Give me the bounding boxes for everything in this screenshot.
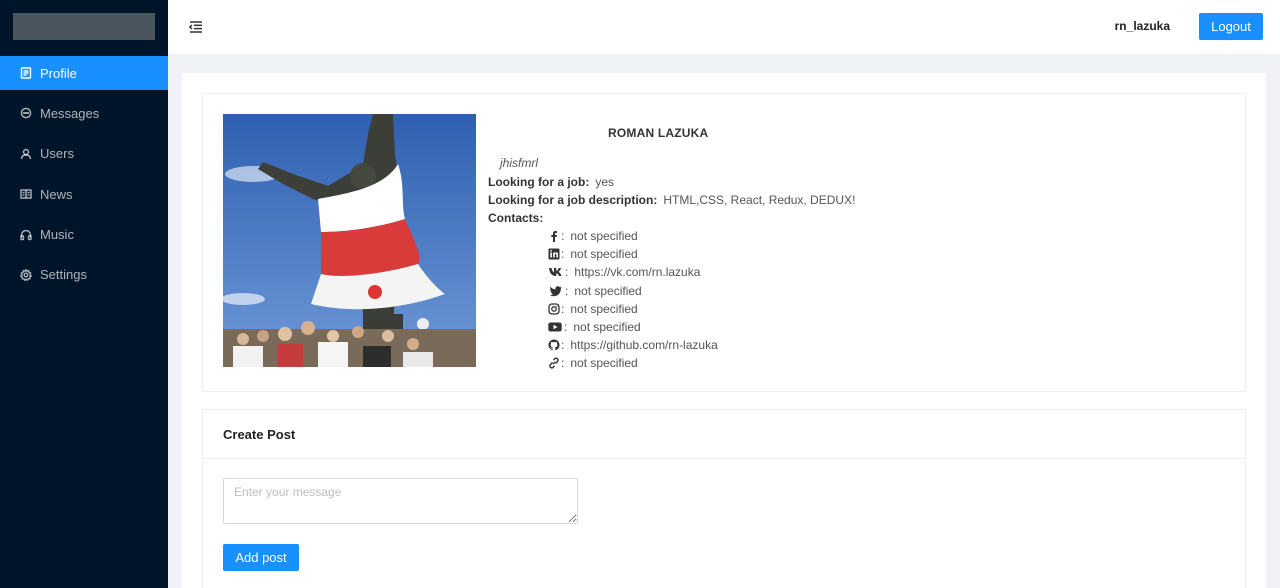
contact-value: not specified: [574, 283, 642, 298]
sidebar-item-settings[interactable]: Settings: [0, 258, 168, 292]
sidebar-item-label: News: [40, 186, 73, 202]
sidebar-menu: Profile Messages Users News Music Settin…: [0, 56, 168, 298]
user-icon: [20, 148, 32, 160]
contact-linkedin: : not specified: [547, 245, 718, 263]
headphones-icon: [20, 229, 32, 241]
gear-icon: [20, 268, 32, 281]
contact-twitter: : not specified: [547, 282, 718, 300]
sidebar-item-profile[interactable]: Profile: [0, 56, 168, 90]
instagram-icon: [547, 302, 560, 315]
sidebar-item-label: Messages: [40, 105, 100, 121]
sidebar-item-label: Music: [40, 227, 74, 243]
contact-vk: : https://vk.com/rn.lazuka: [547, 263, 718, 281]
contact-instagram: : not specified: [547, 300, 718, 318]
contacts-row: Contacts:: [488, 211, 549, 225]
create-post-title: Create Post: [203, 410, 1245, 459]
header-username: rn_lazuka: [1114, 19, 1170, 33]
twitter-icon: [547, 284, 564, 297]
post-message-input[interactable]: [223, 478, 578, 524]
profile-icon: [20, 67, 32, 79]
news-icon: [20, 188, 32, 200]
job-row: Looking for a job: yes: [488, 175, 614, 189]
profile-full-name: ROMAN LAZUKA: [608, 126, 709, 140]
sidebar-item-users[interactable]: Users: [0, 137, 168, 171]
logout-button[interactable]: Logout: [1199, 13, 1263, 40]
menu-fold-icon[interactable]: [188, 19, 204, 35]
sidebar-item-label: Users: [40, 146, 74, 162]
profile-card: ROMAN LAZUKA jhisfmrl Looking for a job:…: [202, 93, 1246, 392]
linkedin-icon: [547, 248, 560, 261]
contact-website: : not specified: [547, 354, 718, 372]
contact-github: : https://github.com/rn-lazuka: [547, 336, 718, 354]
profile-info: ROMAN LAZUKA jhisfmrl Looking for a job:…: [488, 94, 1228, 393]
job-description-label: Looking for a job description:: [488, 193, 658, 207]
contact-value: not specified: [573, 320, 641, 335]
contact-value: https://github.com/rn-lazuka: [570, 338, 718, 353]
job-description-row: Looking for a job description: HTML,CSS, …: [488, 193, 855, 207]
facebook-icon: [547, 230, 560, 243]
add-post-button[interactable]: Add post: [223, 544, 299, 571]
contacts-list: : not specified : not specified : https:…: [547, 227, 718, 373]
vk-icon: [547, 266, 564, 279]
contacts-label: Contacts:: [488, 211, 544, 225]
contact-value: https://vk.com/rn.lazuka: [574, 265, 701, 280]
job-label: Looking for a job:: [488, 175, 590, 189]
youtube-icon: [547, 321, 563, 334]
header: rn_lazuka Logout: [168, 0, 1280, 54]
contact-youtube: : not specified: [547, 318, 718, 336]
sidebar: Profile Messages Users News Music Settin…: [0, 0, 168, 588]
messages-icon: [20, 107, 32, 119]
contact-value: not specified: [570, 301, 638, 316]
profile-status[interactable]: jhisfmrl: [500, 156, 538, 170]
job-value: yes: [595, 175, 615, 189]
contact-facebook: : not specified: [547, 227, 718, 245]
contact-value: not specified: [570, 229, 638, 244]
sidebar-item-label: Profile: [40, 65, 77, 81]
job-description-value: HTML,CSS, React, Redux, DEDUX!: [663, 193, 856, 207]
contact-value: not specified: [570, 356, 638, 371]
contact-value: not specified: [570, 247, 638, 262]
main-content: ROMAN LAZUKA jhisfmrl Looking for a job:…: [182, 73, 1266, 588]
profile-avatar: [223, 114, 476, 367]
sidebar-item-messages[interactable]: Messages: [0, 96, 168, 130]
sidebar-item-label: Settings: [40, 267, 87, 283]
sidebar-item-news[interactable]: News: [0, 177, 168, 211]
sidebar-item-music[interactable]: Music: [0, 218, 168, 252]
github-icon: [547, 339, 560, 352]
logo: [13, 13, 155, 40]
link-icon: [547, 357, 560, 370]
create-post-card: Create Post Add post: [202, 409, 1246, 588]
